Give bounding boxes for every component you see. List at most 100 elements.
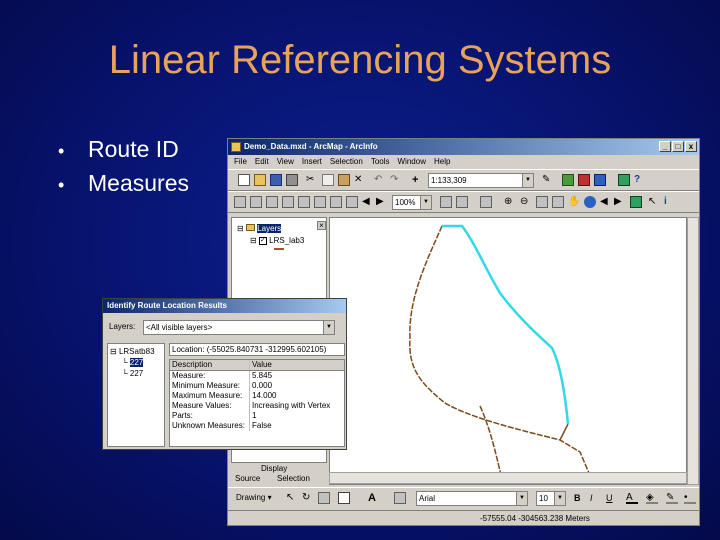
font-color-icon[interactable]: A [626,492,638,504]
menu-view[interactable]: View [277,155,294,169]
cut-icon[interactable]: ✂ [306,174,318,186]
column-header-description[interactable]: Description [170,360,250,370]
text-icon[interactable]: A [368,492,380,504]
rectangle-icon[interactable] [338,492,350,504]
pan-icon[interactable]: ✋ [568,196,580,208]
tab-selection[interactable]: Selection [277,474,310,483]
road-line [409,225,593,481]
tab-source[interactable]: Source [235,474,260,483]
next-extent-icon[interactable]: ▶ [614,196,626,208]
menu-tools[interactable]: Tools [371,155,390,169]
tree-root[interactable]: ⊟ LRSatb83 [110,347,155,356]
fixed-zoom-in-icon[interactable] [346,196,358,208]
chevron-down-icon[interactable]: ▼ [323,321,334,334]
paste-icon[interactable] [338,174,350,186]
window-titlebar[interactable]: Demo_Data.mxd - ArcMap - ArcInfo _ □ x [228,139,699,155]
open-icon[interactable] [254,174,266,186]
editor-icon[interactable]: ✎ [542,174,554,186]
map-scale-combo[interactable]: 1:133,309 ▼ [428,173,534,188]
map-vertical-scrollbar[interactable] [687,217,699,485]
sketch-icon[interactable] [250,196,262,208]
arctoolbox-icon[interactable] [562,174,574,186]
drawing-menu[interactable]: Drawing ▾ [236,493,272,502]
select-features-icon[interactable] [630,196,642,208]
toc-layers-row[interactable]: ⊟ Layers [237,224,282,234]
layout-pan-icon[interactable] [298,196,310,208]
layer-symbol [274,248,284,250]
editor-toolbar-icon[interactable] [234,196,246,208]
layers-select[interactable]: <All visible layers> ▼ [143,320,335,335]
maximize-button[interactable]: □ [672,141,684,152]
full-extent-icon[interactable] [584,196,596,208]
menu-selection[interactable]: Selection [330,155,363,169]
tools-toolbar: ◀ ▶ 100% ▼ ⊕ ⊖ ✋ ◀ ▶ ↖ i [228,191,699,213]
back-icon[interactable]: ◀ [362,196,374,208]
chevron-down-icon[interactable]: ▼ [420,196,431,209]
zoom-out-icon[interactable]: ⊖ [520,196,532,208]
forward-icon[interactable]: ▶ [376,196,388,208]
zoom-whole-page-icon[interactable] [314,196,326,208]
map-display[interactable] [329,217,687,485]
focus-frame-icon[interactable] [456,196,468,208]
menu-edit[interactable]: Edit [255,155,269,169]
toc-close-icon[interactable]: × [317,221,326,230]
undo-icon[interactable]: ↶ [374,174,386,186]
change-layout-icon[interactable] [480,196,492,208]
font-name-combo[interactable]: Arial ▼ [416,491,528,506]
tree-item[interactable]: └ 227 [122,358,144,367]
help-icon[interactable]: ? [634,174,646,186]
save-icon[interactable] [270,174,282,186]
edit-vertices-icon[interactable] [394,492,406,504]
fixed-zoom-out-icon[interactable] [552,196,564,208]
menu-bar: File Edit View Insert Selection Tools Wi… [228,155,699,169]
fixed-zoom-icon[interactable] [536,196,548,208]
chevron-down-icon[interactable]: ▼ [516,492,527,505]
fill-color-icon[interactable]: ◈ [646,492,658,504]
zoom-combo[interactable]: 100% ▼ [392,195,432,210]
zoom-in-icon[interactable]: ⊕ [504,196,516,208]
previous-extent-icon[interactable]: ◀ [600,196,612,208]
rotate-icon[interactable]: ↻ [302,492,314,504]
marker-color-icon[interactable]: • [684,492,696,504]
toc-layer-row[interactable]: ⊟ ✓ LRS_lab3 [250,236,304,246]
minimize-button[interactable]: _ [659,141,671,152]
layout-zoom-in-icon[interactable] [266,196,278,208]
model-icon[interactable] [618,174,630,186]
tree-item[interactable]: └ 227 [122,369,143,378]
layout-zoom-out-icon[interactable] [282,196,294,208]
identify-icon[interactable]: i [664,196,676,208]
layer-visibility-checkbox[interactable]: ✓ [258,236,267,245]
line-color-icon[interactable]: ✎ [666,492,678,504]
toolbox-icon[interactable] [578,174,590,186]
font-name-value: Arial [419,494,436,503]
chevron-down-icon[interactable]: ▼ [554,492,565,505]
tab-display[interactable]: Display [261,464,287,473]
copy-icon[interactable] [322,174,334,186]
zoom-to-selected-icon[interactable] [318,492,330,504]
column-header-value[interactable]: Value [250,360,344,370]
menu-file[interactable]: File [234,155,247,169]
italic-icon[interactable]: I [590,492,602,504]
toggle-draft-icon[interactable] [440,196,452,208]
catalog-icon[interactable] [594,174,606,186]
bold-icon[interactable]: B [574,492,586,504]
font-size-combo[interactable]: 10 ▼ [536,491,566,506]
menu-insert[interactable]: Insert [302,155,322,169]
chevron-down-icon[interactable]: ▼ [522,174,533,187]
map-horizontal-scrollbar[interactable] [329,472,687,484]
menu-window[interactable]: Window [398,155,426,169]
new-icon[interactable] [238,174,250,186]
redo-icon[interactable]: ↷ [390,174,402,186]
close-button[interactable]: x [685,141,697,152]
window-title: Demo_Data.mxd - ArcMap - ArcInfo [244,142,378,151]
zoom-100-icon[interactable] [330,196,342,208]
print-icon[interactable] [286,174,298,186]
select-pointer-icon[interactable]: ↖ [286,492,298,504]
menu-help[interactable]: Help [434,155,450,169]
underline-icon[interactable]: U [606,492,618,504]
delete-icon[interactable]: ✕ [354,174,366,186]
bullet-list: • Route ID • Measures [58,132,189,200]
add-data-icon[interactable]: + [412,174,424,186]
dialog-titlebar[interactable]: Identify Route Location Results [103,299,346,313]
select-elements-icon[interactable]: ↖ [648,196,660,208]
